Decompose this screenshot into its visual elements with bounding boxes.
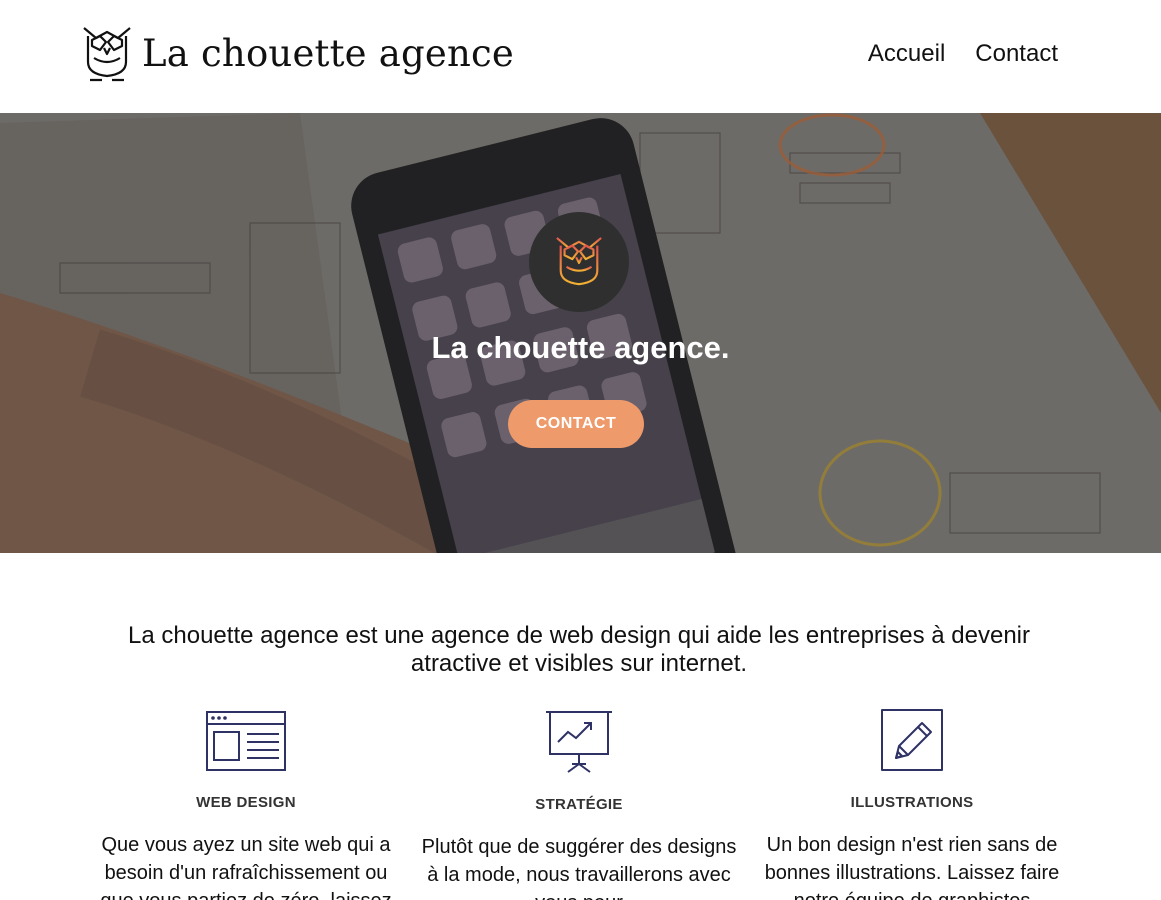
pencil-edit-icon bbox=[881, 709, 943, 771]
hero-banner: La chouette agence. CONTACT bbox=[0, 113, 1161, 553]
main-nav: Accueil Contact bbox=[868, 40, 1058, 68]
logo-text: La chouette agence bbox=[142, 31, 515, 75]
service-illustrations: ILLUSTRATIONS Un bon design n'est rien s… bbox=[752, 708, 1072, 900]
owl-badge-icon bbox=[556, 237, 602, 290]
nav-link-accueil[interactable]: Accueil bbox=[868, 40, 945, 68]
service-description: Que vous ayez un site web qui a besoin d… bbox=[100, 834, 391, 900]
site-header: La chouette agence Accueil Contact bbox=[0, 0, 1161, 113]
hero-badge bbox=[529, 212, 629, 312]
owl-logo-icon bbox=[83, 27, 131, 82]
service-strategie: STRATÉGIE Plutôt que de suggérer des des… bbox=[419, 708, 739, 900]
service-title: ILLUSTRATIONS bbox=[850, 794, 974, 811]
hero-title: La chouette agence. bbox=[431, 330, 730, 365]
service-title: STRATÉGIE bbox=[535, 796, 623, 813]
service-title: WEB DESIGN bbox=[196, 794, 296, 811]
browser-window-icon bbox=[206, 711, 286, 771]
presentation-chart-icon bbox=[546, 711, 612, 773]
logo-link[interactable]: La chouette agence bbox=[80, 22, 514, 84]
service-description: Un bon design n'est rien sans de bonnes … bbox=[764, 834, 1060, 900]
contact-button[interactable]: CONTACT bbox=[508, 400, 644, 448]
nav-link-contact[interactable]: Contact bbox=[975, 40, 1058, 68]
service-description: Plutôt que de suggérer des designs à la … bbox=[421, 836, 737, 900]
intro-text: La chouette agence est une agence de web… bbox=[128, 622, 1030, 677]
service-web-design: WEB DESIGN Que vous ayez un site web qui… bbox=[86, 708, 406, 900]
